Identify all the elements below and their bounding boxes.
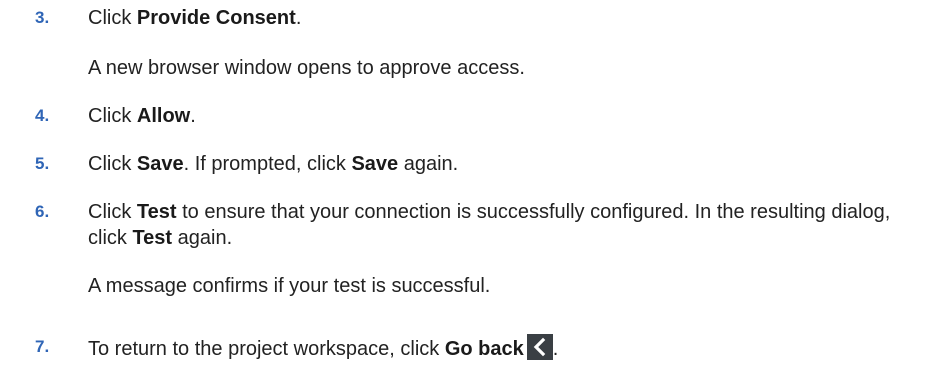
ui-term-provide-consent: Provide Consent (136, 7, 296, 29)
step-text: Click Test to ensure that your connectio… (88, 201, 891, 249)
ui-term-go-back: Go back (444, 338, 524, 360)
ui-term-test: Test (136, 201, 177, 223)
step-number: 6. (35, 202, 50, 221)
step-note: A message confirms if your test is succe… (88, 275, 491, 297)
step-text: Click Save. If prompted, click Save agai… (88, 153, 459, 175)
step-text: To return to the project workspace, clic… (88, 334, 915, 362)
ui-term-save: Save (351, 153, 399, 175)
instruction-list: 3. Click Provide Consent. A new browser … (0, 0, 935, 373)
ui-term-save: Save (136, 153, 184, 175)
step-text: Click Provide Consent. (88, 7, 302, 29)
ui-term-test: Test (132, 227, 173, 249)
ui-term-allow: Allow (136, 105, 191, 127)
step-number: 7. (35, 337, 50, 356)
step-text: Click Allow. (88, 105, 196, 127)
step-number: 5. (35, 154, 50, 173)
step-number: 3. (35, 8, 50, 27)
chevron-left-icon (526, 334, 553, 360)
step-number: 4. (35, 106, 50, 125)
step-note: A new browser window opens to approve ac… (88, 57, 525, 79)
